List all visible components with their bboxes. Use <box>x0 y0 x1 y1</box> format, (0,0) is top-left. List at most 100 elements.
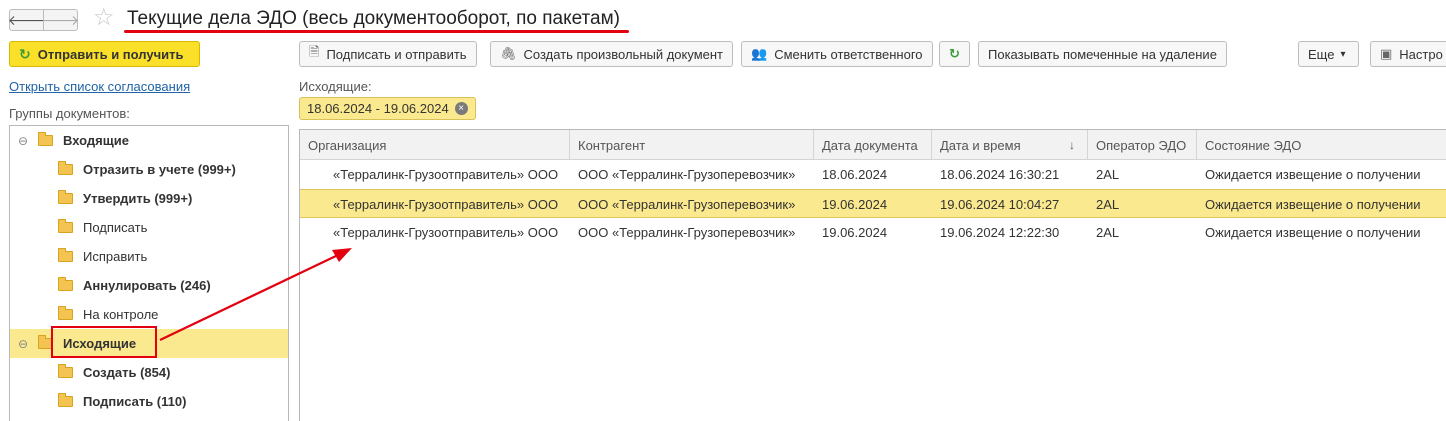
folder-icon <box>38 132 53 146</box>
arrow-right-icon: 🡒 <box>41 11 80 28</box>
sort-arrow-icon: ↓ <box>1069 138 1075 152</box>
table-cell: «Терралинк-Грузоотправитель» ООО <box>333 225 559 240</box>
annotation-highlight-box <box>51 326 157 358</box>
tree-item[interactable]: Исправить <box>10 242 288 271</box>
refresh-button[interactable]: ↻ <box>939 41 970 67</box>
table-cell: Ожидается извещение о получении <box>1205 225 1421 240</box>
forward-button[interactable]: 🡒 <box>41 9 80 31</box>
table-cell: ООО «Терралинк-Грузоперевозчик» <box>578 225 796 240</box>
send-receive-button[interactable]: ↻ Отправить и получить <box>9 41 200 67</box>
create-document-button[interactable]: 🖇 Создать произвольный документ <box>490 41 734 67</box>
table-row[interactable]: «Терралинк-Грузоотправитель» ООО ООО «Тер… <box>300 189 1446 218</box>
table-cell: Ожидается извещение о получении <box>1205 197 1421 212</box>
table-cell: 2AL <box>1096 197 1120 212</box>
tree-item[interactable]: ⊖ Входящие <box>10 126 288 155</box>
column-header[interactable]: Организация <box>300 130 570 160</box>
table-row[interactable]: «Терралинк-Грузоотправитель» ООО ООО «Тер… <box>300 160 1446 189</box>
tree-item[interactable]: Подписать <box>10 213 288 242</box>
column-header[interactable]: Контрагент <box>570 130 814 160</box>
table-cell: 18.06.2024 16:30:21 <box>940 167 1060 182</box>
column-header[interactable]: Состояние ЭДО <box>1197 130 1446 160</box>
table-row[interactable]: «Терралинк-Грузоотправитель» ООО ООО «Тер… <box>300 218 1446 247</box>
folder-icon <box>58 219 73 233</box>
collapse-icon[interactable]: ⊖ <box>18 134 32 148</box>
folder-icon <box>58 161 73 175</box>
show-deleted-label: Показывать помеченные на удаление <box>988 46 1217 62</box>
tree-item[interactable]: Отразить в учете (999+) <box>10 155 288 184</box>
date-filter-value: 18.06.2024 - 19.06.2024 <box>307 101 449 116</box>
tree-item[interactable]: Подписать (110) <box>10 387 288 416</box>
document-groups-tree[interactable]: ⊖ Входящие Отразить в учете (999+) Утвердит… <box>9 125 289 421</box>
column-header-label: Контрагент <box>578 137 646 153</box>
table-cell: ООО «Терралинк-Грузоперевозчик» <box>578 197 796 212</box>
annotation-underline <box>124 30 629 33</box>
folder-icon <box>58 277 73 291</box>
collapse-icon[interactable]: ⊖ <box>18 337 32 351</box>
table-cell: 18.06.2024 <box>822 167 888 182</box>
filter-label: Исходящие: <box>299 79 372 94</box>
table-cell: ООО «Терралинк-Грузоперевозчик» <box>578 167 796 182</box>
table-cell: 19.06.2024 <box>822 225 888 240</box>
table-cell: 19.06.2024 <box>822 197 888 212</box>
tree-item[interactable]: На контроле <box>10 300 288 329</box>
tree-item[interactable]: Создать (854) <box>10 358 288 387</box>
tree-item-label: Создать (854) <box>83 365 171 380</box>
date-filter-chip[interactable]: 18.06.2024 - 19.06.2024 × <box>299 97 476 120</box>
change-responsible-label: Сменить ответственного <box>774 46 923 62</box>
groups-label: Группы документов: <box>9 106 130 121</box>
create-document-label: Создать произвольный документ <box>523 46 724 62</box>
table-cell: 19.06.2024 12:22:30 <box>940 225 1060 240</box>
show-deleted-button[interactable]: Показывать помеченные на удаление <box>978 41 1227 67</box>
folder-icon <box>58 190 73 204</box>
column-header-label: Дата и время <box>940 137 1021 153</box>
send-receive-label: Отправить и получить <box>37 46 184 62</box>
page-title: Текущие дела ЭДО (весь документооборот, … <box>127 8 621 29</box>
tree-item-label: Утвердить (999+) <box>83 191 193 206</box>
tree-item-label: Подписать <box>83 220 148 235</box>
settings-icon: ▣ <box>1380 46 1393 61</box>
users-icon: 👥 <box>751 46 768 61</box>
star-icon[interactable]: ☆ <box>93 5 115 31</box>
paperclip-icon: 🖇 <box>500 46 517 61</box>
more-label: Еще <box>1308 46 1335 62</box>
table-cell: 2AL <box>1096 225 1120 240</box>
back-button[interactable]: 🡐 <box>7 9 46 31</box>
column-header-label: Состояние ЭДО <box>1205 137 1302 153</box>
settings-label: Настро <box>1399 46 1443 62</box>
tree-item-label: Отразить в учете (999+) <box>83 162 236 177</box>
clear-filter-icon[interactable]: × <box>454 102 468 115</box>
documents-table[interactable]: Организация Контрагент Дата документа Дата … <box>299 129 1446 421</box>
approval-list-link[interactable]: Открыть список согласования <box>9 79 190 94</box>
table-cell: «Терралинк-Грузоотправитель» ООО <box>333 197 559 212</box>
folder-icon <box>58 393 73 407</box>
sign-send-label: Подписать и отправить <box>326 46 467 62</box>
tree-item-label: Исправить <box>83 249 148 264</box>
column-header[interactable]: Оператор ЭДО <box>1088 130 1197 160</box>
document-sign-icon: 🗎 <box>309 44 320 59</box>
refresh-icon: ↻ <box>949 46 960 61</box>
folder-icon <box>58 364 73 378</box>
tree-item-label: Входящие <box>63 133 129 148</box>
settings-button[interactable]: ▣ Настро <box>1370 41 1446 67</box>
chevron-down-icon: ▾ <box>1340 48 1346 60</box>
sign-send-button[interactable]: 🗎 Подписать и отправить <box>299 41 477 67</box>
tree-item-label: Аннулировать (246) <box>83 278 211 293</box>
column-header[interactable]: Дата документа <box>814 130 932 160</box>
table-cell: 2AL <box>1096 167 1120 182</box>
tree-item[interactable]: Аннулировать (246) <box>10 271 288 300</box>
column-header-label: Оператор ЭДО <box>1096 137 1187 153</box>
table-cell: Ожидается извещение о получении <box>1205 167 1421 182</box>
arrow-left-icon: 🡐 <box>7 11 46 28</box>
table-cell: «Терралинк-Грузоотправитель» ООО <box>333 167 559 182</box>
column-header-label: Дата документа <box>822 137 918 153</box>
folder-icon <box>58 306 73 320</box>
title-bar: 🡐 🡒 ☆ Текущие дела ЭДО (весь документооб… <box>0 0 1446 38</box>
tree-item[interactable]: Утвердить (999+) <box>10 184 288 213</box>
column-header[interactable]: Дата и время ↓ <box>932 130 1088 160</box>
more-button[interactable]: Еще ▾ <box>1298 41 1359 67</box>
change-responsible-button[interactable]: 👥 Сменить ответственного <box>741 41 933 67</box>
folder-icon <box>58 248 73 262</box>
refresh-icon: ↻ <box>19 45 31 62</box>
table-cell: 19.06.2024 10:04:27 <box>940 197 1060 212</box>
tree-item-label: На контроле <box>83 307 159 322</box>
